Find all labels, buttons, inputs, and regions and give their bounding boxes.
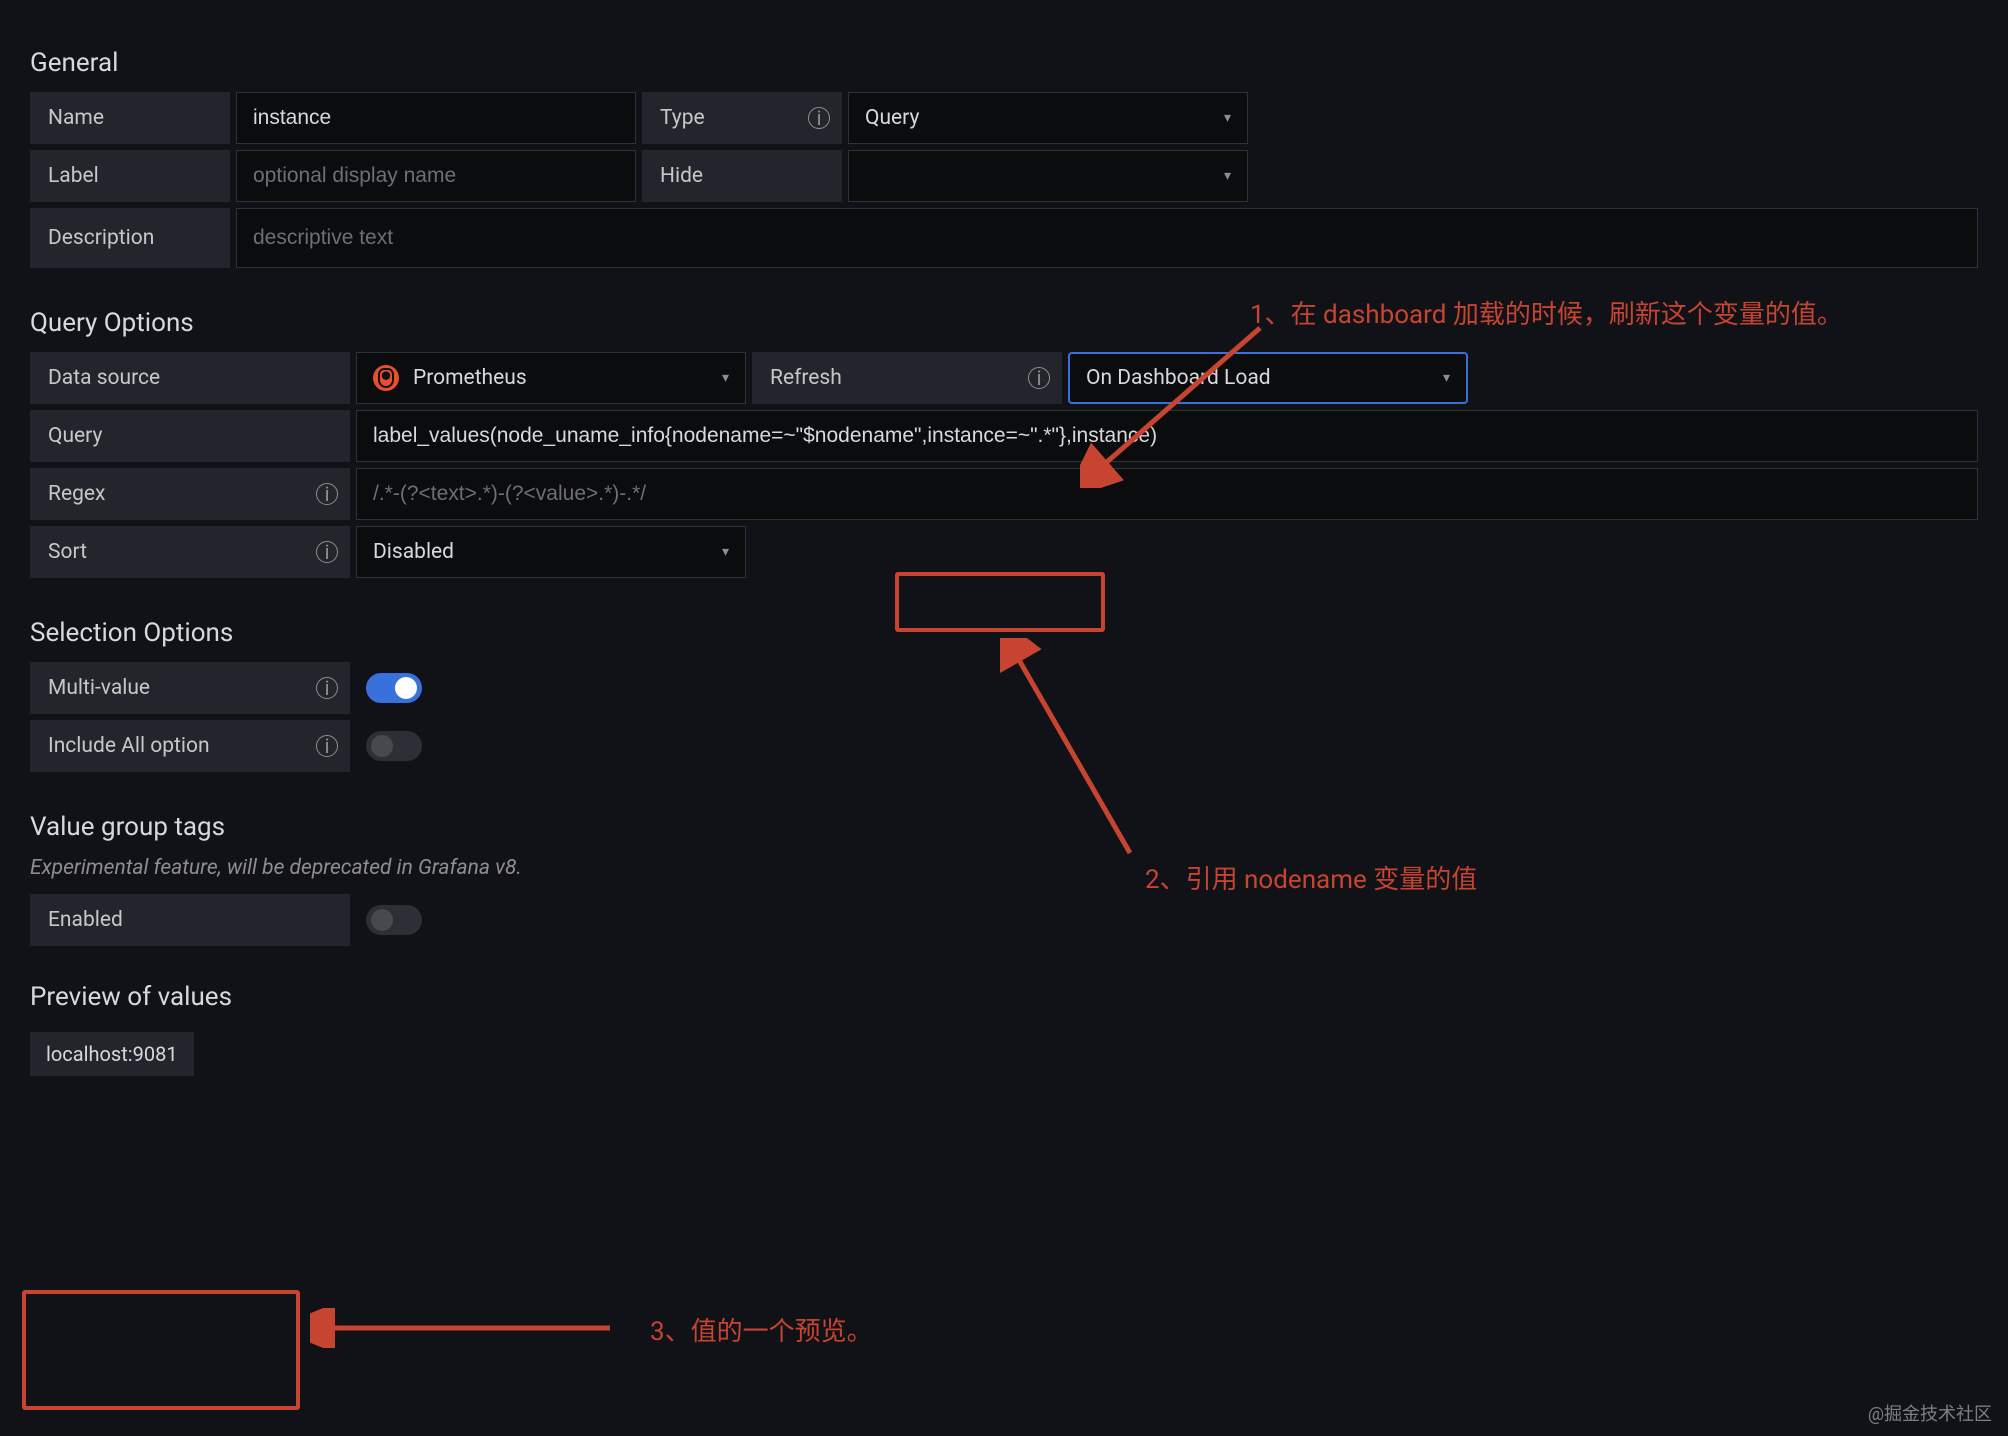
label-name: Name bbox=[30, 92, 230, 144]
label-sort-text: Sort bbox=[48, 540, 87, 564]
sort-value: Disabled bbox=[373, 540, 454, 564]
label-input-wrap[interactable] bbox=[236, 150, 636, 202]
name-input[interactable] bbox=[253, 106, 619, 130]
type-select[interactable]: Query ▾ bbox=[848, 92, 1248, 144]
section-heading-preview: Preview of values bbox=[30, 982, 1978, 1012]
chevron-down-icon: ▾ bbox=[1224, 110, 1231, 126]
chevron-down-icon: ▾ bbox=[722, 370, 729, 386]
chevron-down-icon: ▾ bbox=[1443, 370, 1450, 386]
label-regex-text: Regex bbox=[48, 482, 105, 506]
label-description: Description bbox=[30, 208, 230, 268]
label-input[interactable] bbox=[253, 164, 619, 188]
label-data-source: Data source bbox=[30, 352, 350, 404]
label-data-source-text: Data source bbox=[48, 366, 160, 390]
section-heading-general: General bbox=[30, 48, 1978, 78]
multi-value-toggle[interactable] bbox=[366, 673, 422, 703]
toggle-knob bbox=[371, 735, 393, 757]
label-label-text: Label bbox=[48, 164, 99, 188]
description-input[interactable] bbox=[253, 226, 1961, 250]
label-refresh-text: Refresh bbox=[770, 366, 842, 390]
label-query: Query bbox=[30, 410, 350, 462]
label-hide: Hide bbox=[642, 150, 842, 202]
description-input-wrap[interactable] bbox=[236, 208, 1978, 268]
label-sort: Sort i bbox=[30, 526, 350, 578]
label-multi-value: Multi-value i bbox=[30, 662, 350, 714]
info-icon: i bbox=[316, 735, 338, 757]
preview-value-chip: localhost:9081 bbox=[30, 1032, 194, 1076]
annotation-arrow-2 bbox=[1000, 638, 1160, 868]
annotation-box-3 bbox=[22, 1290, 300, 1410]
label-enabled: Enabled bbox=[30, 894, 350, 946]
include-all-toggle[interactable] bbox=[366, 731, 422, 761]
annotation-box-2 bbox=[895, 572, 1105, 632]
annotation-arrow-1 bbox=[1080, 318, 1300, 488]
data-source-value: Prometheus bbox=[413, 366, 527, 390]
name-input-wrap[interactable] bbox=[236, 92, 636, 144]
info-icon: i bbox=[316, 541, 338, 563]
label-name-text: Name bbox=[48, 106, 104, 130]
label-enabled-text: Enabled bbox=[48, 908, 123, 932]
annotation-text-3: 3、值的一个预览。 bbox=[650, 1312, 873, 1352]
chevron-down-icon: ▾ bbox=[722, 544, 729, 560]
label-multi-value-text: Multi-value bbox=[48, 676, 150, 700]
hide-select[interactable]: ▾ bbox=[848, 150, 1248, 202]
label-refresh: Refresh i bbox=[752, 352, 1062, 404]
annotation-arrow-3 bbox=[310, 1308, 630, 1348]
label-include-all: Include All option i bbox=[30, 720, 350, 772]
info-icon: i bbox=[316, 483, 338, 505]
toggle-knob bbox=[395, 677, 417, 699]
label-description-text: Description bbox=[48, 226, 154, 250]
enabled-toggle[interactable] bbox=[366, 905, 422, 935]
chevron-down-icon: ▾ bbox=[1224, 168, 1231, 184]
annotation-text-1: 1、在 dashboard 加载的时候，刷新这个变量的值。 bbox=[1250, 295, 1970, 335]
toggle-knob bbox=[371, 909, 393, 931]
sort-select[interactable]: Disabled ▾ bbox=[356, 526, 746, 578]
label-type: Type i bbox=[642, 92, 842, 144]
label-type-text: Type bbox=[660, 106, 705, 130]
label-include-all-text: Include All option bbox=[48, 734, 210, 758]
info-icon: i bbox=[316, 677, 338, 699]
info-icon: i bbox=[808, 107, 830, 129]
label-hide-text: Hide bbox=[660, 164, 703, 188]
info-icon: i bbox=[1028, 367, 1050, 389]
annotation-text-2: 2、引用 nodename 变量的值 bbox=[1145, 860, 1477, 900]
data-source-select[interactable]: Prometheus ▾ bbox=[356, 352, 746, 404]
label-regex: Regex i bbox=[30, 468, 350, 520]
watermark: @掘金技术社区 bbox=[1868, 1400, 1992, 1426]
type-value: Query bbox=[865, 106, 919, 130]
label-query-text: Query bbox=[48, 424, 102, 448]
prometheus-icon bbox=[373, 365, 399, 391]
label-label: Label bbox=[30, 150, 230, 202]
